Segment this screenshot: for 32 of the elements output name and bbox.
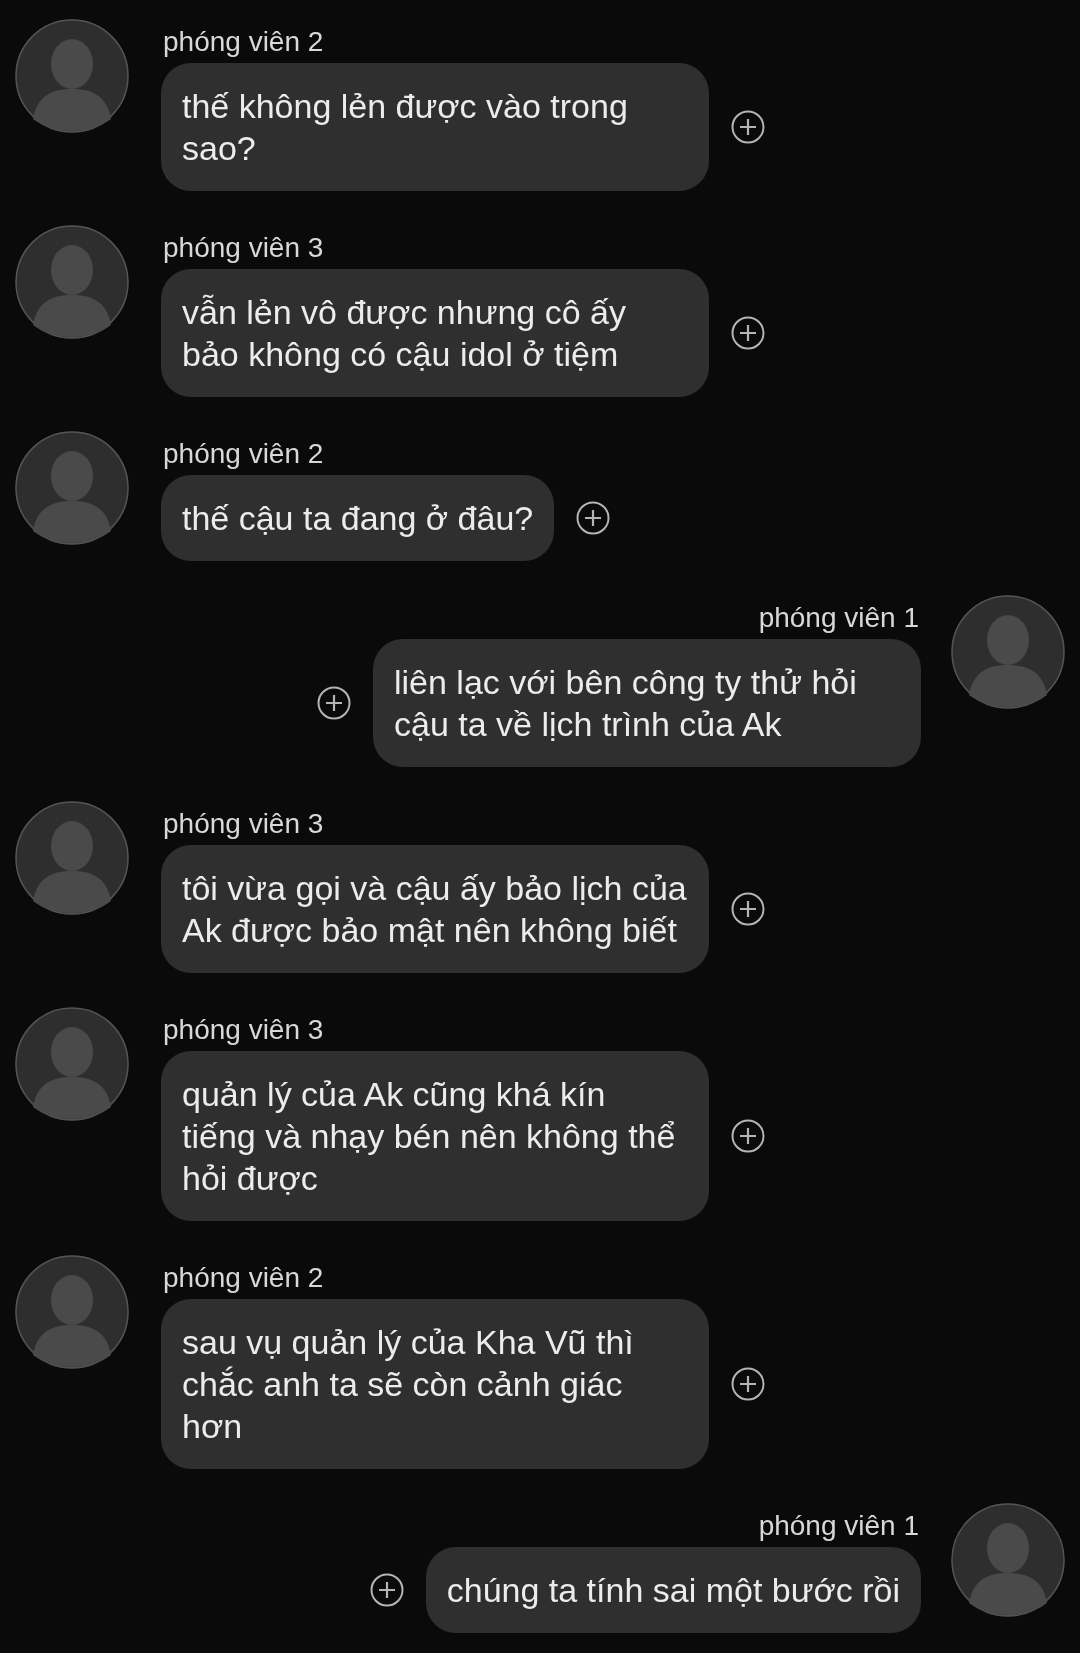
add-icon[interactable]	[576, 501, 611, 535]
avatar-icon	[15, 19, 129, 133]
sender-name: phóng viên 3	[162, 807, 325, 841]
avatar-icon	[951, 1503, 1065, 1617]
sender-name: phóng viên 3	[162, 231, 325, 265]
add-icon[interactable]	[731, 110, 765, 144]
add-icon[interactable]	[731, 1119, 765, 1153]
add-icon[interactable]	[731, 316, 765, 350]
message-bubble: sau vụ quản lý của Kha Vũ thì chắc anh ta sẽ còn cảnh giác hơn	[161, 1299, 709, 1469]
sender-name: phóng viên 3	[162, 1013, 325, 1047]
message-bubble: thế cậu ta đang ở đâu?	[161, 475, 555, 561]
avatar-icon	[15, 801, 129, 915]
message-bubble: liên lạc với bên công ty thử hỏi cậu ta về lịch trình của Ak	[373, 639, 921, 767]
avatar-icon	[15, 1255, 129, 1369]
add-icon[interactable]	[731, 892, 765, 926]
sender-name: phóng viên 2	[162, 1261, 325, 1295]
message-bubble: chúng ta tính sai một bước rồi	[425, 1547, 921, 1633]
sender-name: phóng viên 1	[757, 601, 920, 635]
add-icon[interactable]	[369, 1573, 404, 1607]
message-bubble: quản lý của Ak cũng khá kín tiếng và nhạy bén nên không thể hỏi được	[161, 1051, 709, 1221]
message-bubble: tôi vừa gọi và cậu ấy bảo lịch của Ak được bảo mật nên không biết	[161, 845, 709, 973]
message-bubble: thế không lẻn được vào trong sao?	[161, 63, 709, 191]
message-bubble: vẫn lẻn vô được nhưng cô ấy bảo không có cậu idol ở tiệm	[161, 269, 709, 397]
sender-name: phóng viên 1	[757, 1509, 920, 1543]
add-icon[interactable]	[317, 686, 351, 720]
sender-name: phóng viên 2	[162, 437, 325, 471]
avatar-icon	[951, 595, 1065, 709]
sender-name: phóng viên 2	[162, 25, 325, 59]
avatar-icon	[15, 431, 129, 545]
avatar-icon	[15, 225, 129, 339]
add-icon[interactable]	[731, 1367, 765, 1401]
avatar-icon	[15, 1007, 129, 1121]
